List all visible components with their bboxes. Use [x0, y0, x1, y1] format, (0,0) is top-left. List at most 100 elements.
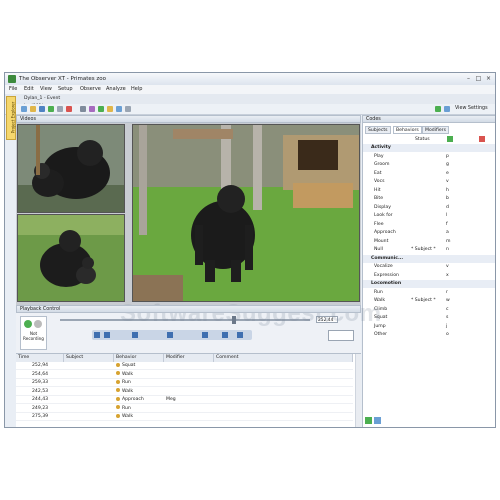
menu-file[interactable]: File — [9, 86, 17, 93]
app-logo-icon — [8, 75, 16, 83]
code-item[interactable]: Null * Subject * n — [363, 246, 495, 254]
tab-modifiers[interactable]: Modifiers — [422, 126, 449, 134]
code-name: Eat — [374, 170, 382, 176]
code-group-2[interactable]: Locomotion — [363, 280, 495, 288]
code-key: j — [446, 323, 448, 329]
close-icon[interactable]: × — [484, 75, 493, 82]
code-item[interactable]: Other o — [363, 331, 495, 339]
menu-setup[interactable]: Setup — [58, 86, 73, 93]
tab-behaviors[interactable]: Behaviors — [393, 126, 422, 134]
videos-header: Videos — [16, 115, 361, 123]
code-item[interactable]: Climb c — [363, 306, 495, 314]
menu-view[interactable]: View — [40, 86, 52, 93]
column-subject[interactable]: Subject — [64, 354, 114, 362]
video-3[interactable] — [132, 124, 360, 302]
tab-subjects[interactable]: Subjects — [365, 126, 391, 134]
code-key: p — [446, 153, 449, 159]
rewind-icon[interactable] — [94, 332, 100, 338]
code-item[interactable]: Display d — [363, 204, 495, 212]
code-item[interactable]: Expression x — [363, 272, 495, 280]
minimize-icon[interactable]: – — [464, 75, 473, 82]
table-row[interactable]: 242,53 Walk — [16, 388, 353, 396]
forward-icon[interactable] — [237, 332, 243, 338]
code-item[interactable]: Approach a — [363, 229, 495, 237]
record-icon[interactable] — [24, 320, 32, 328]
behavior-icon — [116, 362, 120, 367]
settings-icon[interactable] — [80, 106, 86, 112]
speed-dropdown[interactable] — [328, 330, 354, 341]
video-1-image — [18, 125, 124, 212]
table-row[interactable]: 275,39 Walk — [16, 413, 353, 421]
code-item[interactable]: Play p — [363, 153, 495, 161]
code-group-0[interactable]: Activity — [363, 144, 495, 152]
help-icon[interactable] — [125, 106, 131, 112]
column-comment[interactable]: Comment — [214, 354, 353, 362]
stop-record-icon[interactable] — [34, 320, 42, 328]
filter-icon[interactable] — [116, 106, 122, 112]
column-behavior[interactable]: Behavior — [114, 354, 164, 362]
prev-icon[interactable] — [104, 332, 110, 338]
column-time[interactable]: Time — [16, 354, 64, 362]
stop-icon[interactable] — [66, 106, 72, 112]
analysis-icon[interactable] — [89, 106, 95, 112]
project-explorer-tab[interactable]: Project Explorer — [6, 96, 16, 140]
next-icon[interactable] — [222, 332, 228, 338]
view-settings-button[interactable]: View Settings — [455, 105, 488, 113]
menu-help[interactable]: Help — [131, 86, 142, 93]
code-item[interactable]: Eat e — [363, 170, 495, 178]
window-icon[interactable] — [444, 106, 450, 112]
code-group-1[interactable]: Communic... — [363, 254, 495, 263]
code-item[interactable]: Bite b — [363, 195, 495, 203]
behavior-label: Squat — [122, 363, 136, 368]
codes-add-icon[interactable] — [365, 417, 372, 424]
document-tab[interactable]: Dylan_1 - Event log(001) — [21, 95, 81, 109]
code-item[interactable]: Groom g — [363, 161, 495, 169]
layout-icon[interactable] — [435, 106, 441, 112]
code-key: v — [446, 179, 449, 184]
chart-icon[interactable] — [98, 106, 104, 112]
code-item[interactable]: Run r — [363, 289, 495, 297]
open-icon[interactable] — [30, 106, 36, 112]
export-icon[interactable] — [107, 106, 113, 112]
code-item[interactable]: Mount m — [363, 238, 495, 246]
step-back-icon[interactable] — [132, 332, 138, 338]
maximize-icon[interactable]: □ — [474, 75, 483, 82]
add-code-icon[interactable] — [447, 136, 453, 142]
row-behavior: Run — [116, 379, 131, 387]
code-key: w — [446, 298, 450, 303]
transport-controls — [92, 330, 252, 340]
code-item[interactable]: Look for l — [363, 212, 495, 220]
video-1[interactable] — [17, 124, 125, 213]
code-item[interactable]: Vocs v — [363, 178, 495, 186]
menu-observe[interactable]: Observe — [80, 86, 101, 93]
delete-code-icon[interactable] — [479, 136, 485, 142]
code-item[interactable]: Jump j — [363, 323, 495, 331]
table-row[interactable]: 254,64 Walk — [16, 371, 353, 379]
code-key: b — [446, 196, 449, 201]
code-item[interactable]: Hit h — [363, 187, 495, 195]
code-item[interactable]: Walk * Subject * w — [363, 297, 495, 305]
step-forward-icon[interactable] — [202, 332, 208, 338]
save-icon[interactable] — [39, 106, 45, 112]
row-time: 254,64 — [32, 371, 49, 377]
code-item[interactable]: Vocalize v — [363, 263, 495, 271]
table-row[interactable]: 244,43 Approach Meg — [16, 396, 353, 404]
column-modifier[interactable]: Modifier — [164, 354, 214, 362]
event-log-grid: Time Subject Behavior Modifier Comment 2… — [16, 353, 361, 427]
play-icon[interactable] — [167, 332, 173, 338]
start-icon[interactable] — [48, 106, 54, 112]
menu-edit[interactable]: Edit — [24, 86, 34, 93]
code-item[interactable]: Squat s — [363, 314, 495, 322]
table-row[interactable]: 249,23 Run — [16, 405, 353, 413]
row-time: 275,39 — [32, 414, 49, 419]
pause-icon[interactable] — [57, 106, 63, 112]
new-icon[interactable] — [21, 106, 27, 112]
video-2[interactable] — [17, 214, 125, 302]
table-row[interactable]: 252,94 Squat — [16, 362, 353, 370]
table-row[interactable]: 259,33 Run — [16, 379, 353, 387]
log-scrollbar[interactable] — [355, 354, 361, 427]
behavior-label: Run — [122, 405, 131, 411]
code-item[interactable]: Flee f — [363, 221, 495, 229]
codes-edit-icon[interactable] — [374, 417, 381, 424]
menu-analyze[interactable]: Analyze — [106, 86, 126, 93]
